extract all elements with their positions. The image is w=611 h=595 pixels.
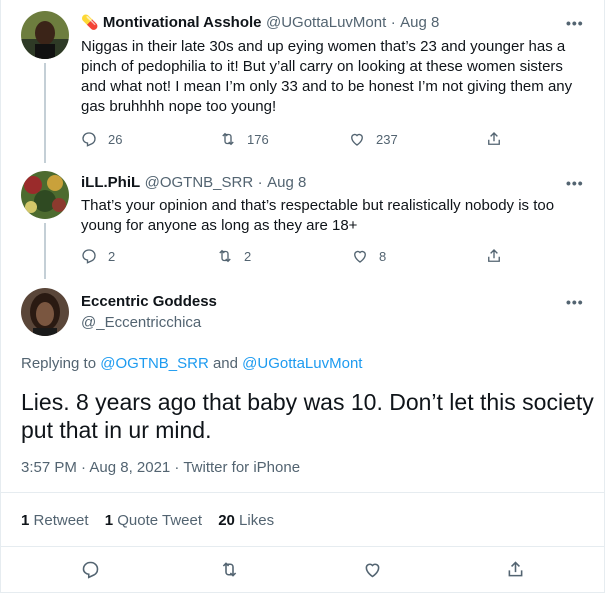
- replying-to-label: Replying to: [21, 355, 97, 372]
- quotes-stat-label: Quote Tweet: [117, 512, 203, 529]
- main-tweet-text: Lies. 8 years ago that baby was 10. Don’…: [21, 389, 594, 443]
- tweet-date[interactable]: Aug 8: [267, 174, 306, 191]
- like-action[interactable]: [362, 559, 383, 580]
- quotes-stat[interactable]: 1 Quote Tweet: [105, 512, 206, 529]
- more-icon[interactable]: •••: [566, 175, 584, 191]
- author-handle[interactable]: @OGTNB_SRR: [145, 174, 254, 191]
- retweets-stat-label: Retweet: [33, 512, 89, 529]
- retweet-icon: [222, 562, 237, 577]
- reply-icon: [82, 132, 96, 147]
- author-name[interactable]: Montivational Asshole: [103, 14, 262, 31]
- replying-and: and: [212, 355, 238, 372]
- likes-stat-count: 20: [218, 512, 235, 529]
- avatar[interactable]: [21, 11, 69, 59]
- thread-line: [44, 223, 46, 279]
- reply-to-link[interactable]: @UGottaLuvMont: [242, 355, 362, 372]
- separator-dot: ·: [390, 14, 396, 31]
- retweets-stat[interactable]: 1 Retweet: [21, 512, 93, 529]
- replying-to: Replying to @OGTNB_SRR and @UGottaLuvMon…: [21, 355, 362, 372]
- pill-emoji: 💊: [81, 14, 99, 30]
- retweet-action[interactable]: 176: [219, 130, 269, 148]
- retweet-action[interactable]: 2: [216, 247, 251, 265]
- share-action[interactable]: [485, 130, 503, 148]
- author-name[interactable]: Eccentric Goddess: [81, 293, 217, 310]
- share-icon: [488, 132, 500, 145]
- divider: [0, 546, 605, 547]
- retweets-stat-count: 1: [21, 512, 30, 529]
- reply-icon: [82, 561, 99, 579]
- retweet-action[interactable]: [219, 559, 240, 580]
- divider: [0, 492, 605, 493]
- reply-count: 26: [108, 131, 123, 147]
- author-handle[interactable]: @_Eccentricchica: [81, 314, 201, 331]
- more-icon[interactable]: •••: [566, 294, 584, 310]
- avatar[interactable]: [21, 171, 69, 219]
- likes-stat[interactable]: 20 Likes: [218, 512, 274, 529]
- engagement-stats: 1 Retweet 1 Quote Tweet 20 Likes: [21, 512, 274, 529]
- reply-icon: [82, 249, 96, 264]
- reply-count: 2: [108, 248, 116, 264]
- like-icon: [354, 250, 366, 263]
- main-author-handle-row[interactable]: @_Eccentricchica: [81, 314, 201, 332]
- share-icon: [488, 249, 500, 262]
- reply-action[interactable]: 26: [80, 130, 122, 148]
- likes-stat-label: Likes: [239, 512, 275, 529]
- retweet-count: 176: [247, 131, 269, 147]
- like-count: 8: [379, 248, 387, 264]
- author-name[interactable]: iLL.PhiL: [81, 174, 140, 191]
- tweet1-header: 💊 Montivational Asshole @UGottaLuvMont ·…: [81, 14, 439, 32]
- share-icon: [508, 561, 523, 577]
- reply-action[interactable]: [80, 559, 101, 580]
- tweet-text: That’s your opinion and that’s respectab…: [81, 197, 555, 234]
- like-icon: [351, 133, 363, 146]
- retweet-icon: [219, 249, 231, 263]
- retweet-icon: [222, 132, 234, 146]
- retweet-count: 2: [244, 248, 252, 264]
- quotes-stat-count: 1: [104, 512, 114, 529]
- share-action[interactable]: [505, 559, 526, 580]
- avatar[interactable]: [21, 288, 69, 336]
- separator-dot: ·: [257, 174, 263, 191]
- like-action[interactable]: 237: [348, 130, 398, 148]
- tweet-timestamp[interactable]: 3:57 PM · Aug 8, 2021 · Twitter for iPho…: [21, 459, 300, 476]
- tweet-text: Niggas in their late 30s and up eying wo…: [81, 38, 573, 115]
- main-author-name[interactable]: Eccentric Goddess: [81, 293, 217, 311]
- share-action[interactable]: [485, 247, 503, 265]
- like-icon: [365, 563, 380, 578]
- reply-to-link[interactable]: @OGTNB_SRR: [100, 355, 209, 372]
- tweet2-header: iLL.PhiL @OGTNB_SRR · Aug 8: [81, 174, 306, 192]
- reply-action[interactable]: 2: [80, 247, 115, 265]
- author-handle[interactable]: @UGottaLuvMont: [266, 14, 386, 31]
- more-icon[interactable]: •••: [566, 15, 584, 31]
- like-action[interactable]: 8: [351, 247, 386, 265]
- thread-line: [44, 63, 46, 163]
- like-count: 237: [376, 131, 398, 147]
- tweet-date[interactable]: Aug 8: [400, 14, 439, 31]
